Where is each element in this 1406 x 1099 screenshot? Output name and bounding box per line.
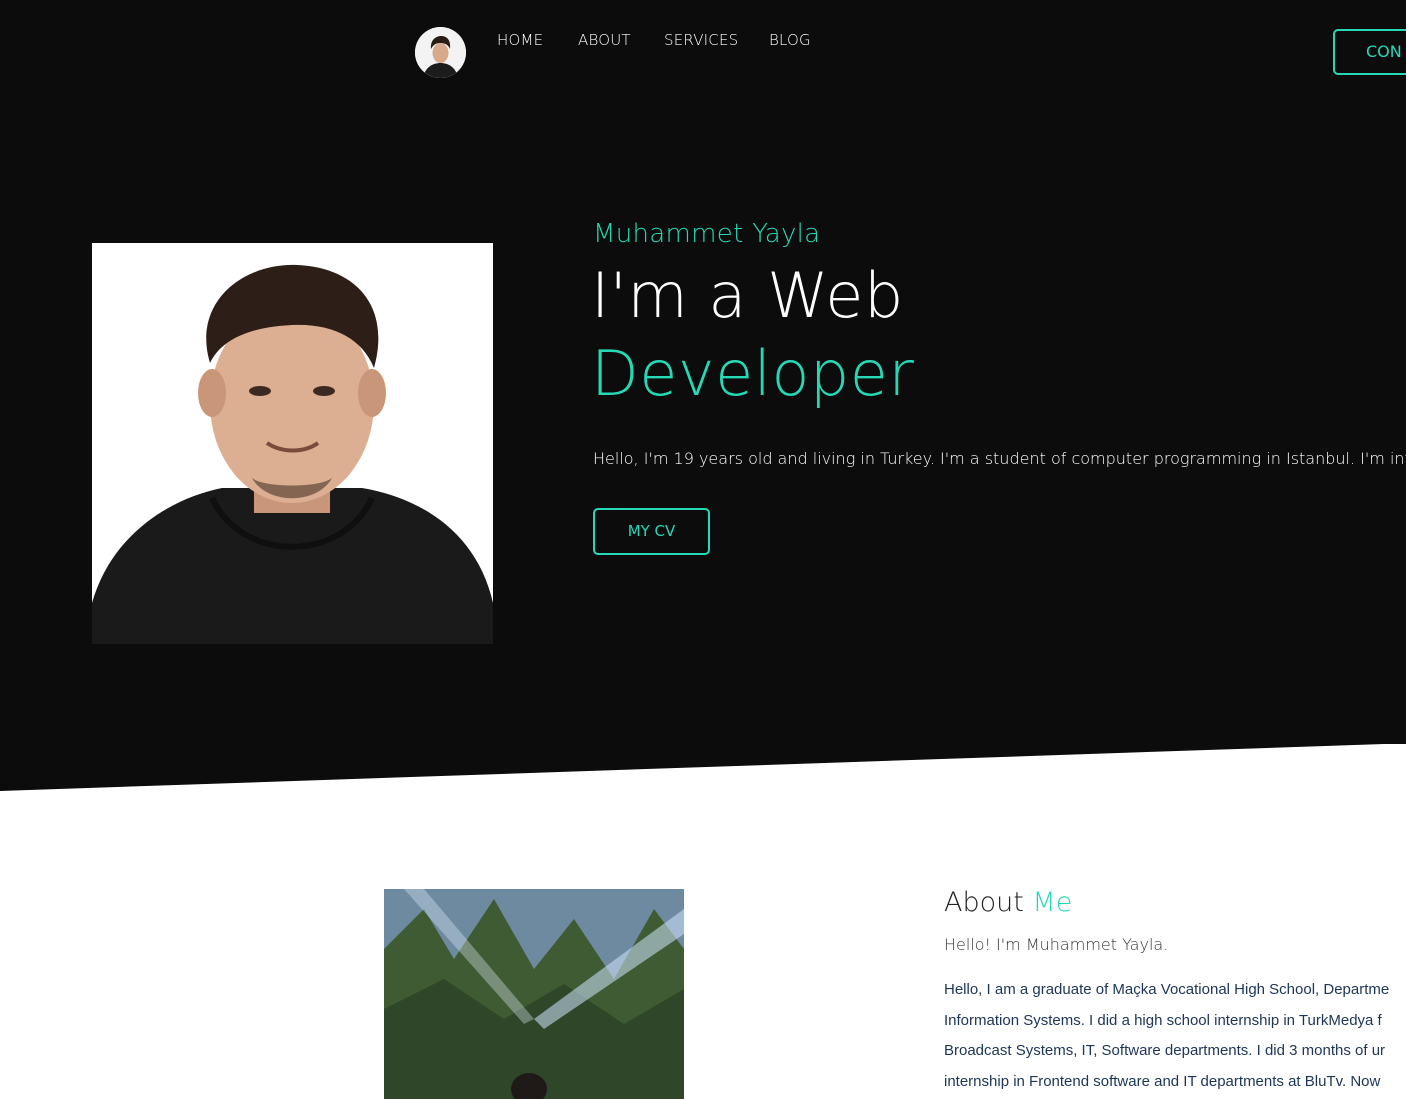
about-paragraph: Hello, I am a graduate of Maçka Vocation… [944, 975, 1406, 1097]
about-title-accent: Me [1032, 887, 1073, 918]
nav-home-link[interactable]: HOME [497, 31, 543, 49]
nav-about-link[interactable]: ABOUT [578, 31, 631, 49]
about-line: Information Systems. I did a high school… [944, 1011, 1382, 1029]
about-photo [384, 889, 684, 1099]
forest-image [384, 889, 684, 1099]
hero-name: Muhammet Yayla [593, 219, 821, 249]
portrait-image [92, 243, 493, 644]
hero-description: Hello, I'm 19 years old and living in Tu… [593, 449, 1406, 468]
about-title: About Me [944, 887, 1072, 918]
about-hello: Hello! I'm Muhammet Yayla. [944, 935, 1169, 954]
nav-services-link[interactable]: SERVICES [664, 31, 738, 49]
nav-avatar[interactable] [415, 27, 466, 78]
hero-title-line1: I'm a Web [591, 259, 904, 332]
contact-button-label: CON [1366, 42, 1402, 61]
about-title-text: About [944, 887, 1024, 918]
about-line: internship in Frontend software and IT d… [944, 1072, 1381, 1090]
about-line: Broadcast Systems, IT, Software departme… [944, 1042, 1386, 1059]
nav-blog-link[interactable]: BLOG [769, 31, 811, 49]
hero-title-line2: Developer [591, 337, 915, 410]
cv-button[interactable]: MY CV [593, 508, 710, 555]
about-line: Hello, I am a graduate of Maçka Vocation… [944, 981, 1390, 998]
hero-portrait-photo [92, 243, 493, 644]
avatar-portrait [415, 27, 466, 78]
contact-button[interactable]: CON [1333, 29, 1406, 75]
